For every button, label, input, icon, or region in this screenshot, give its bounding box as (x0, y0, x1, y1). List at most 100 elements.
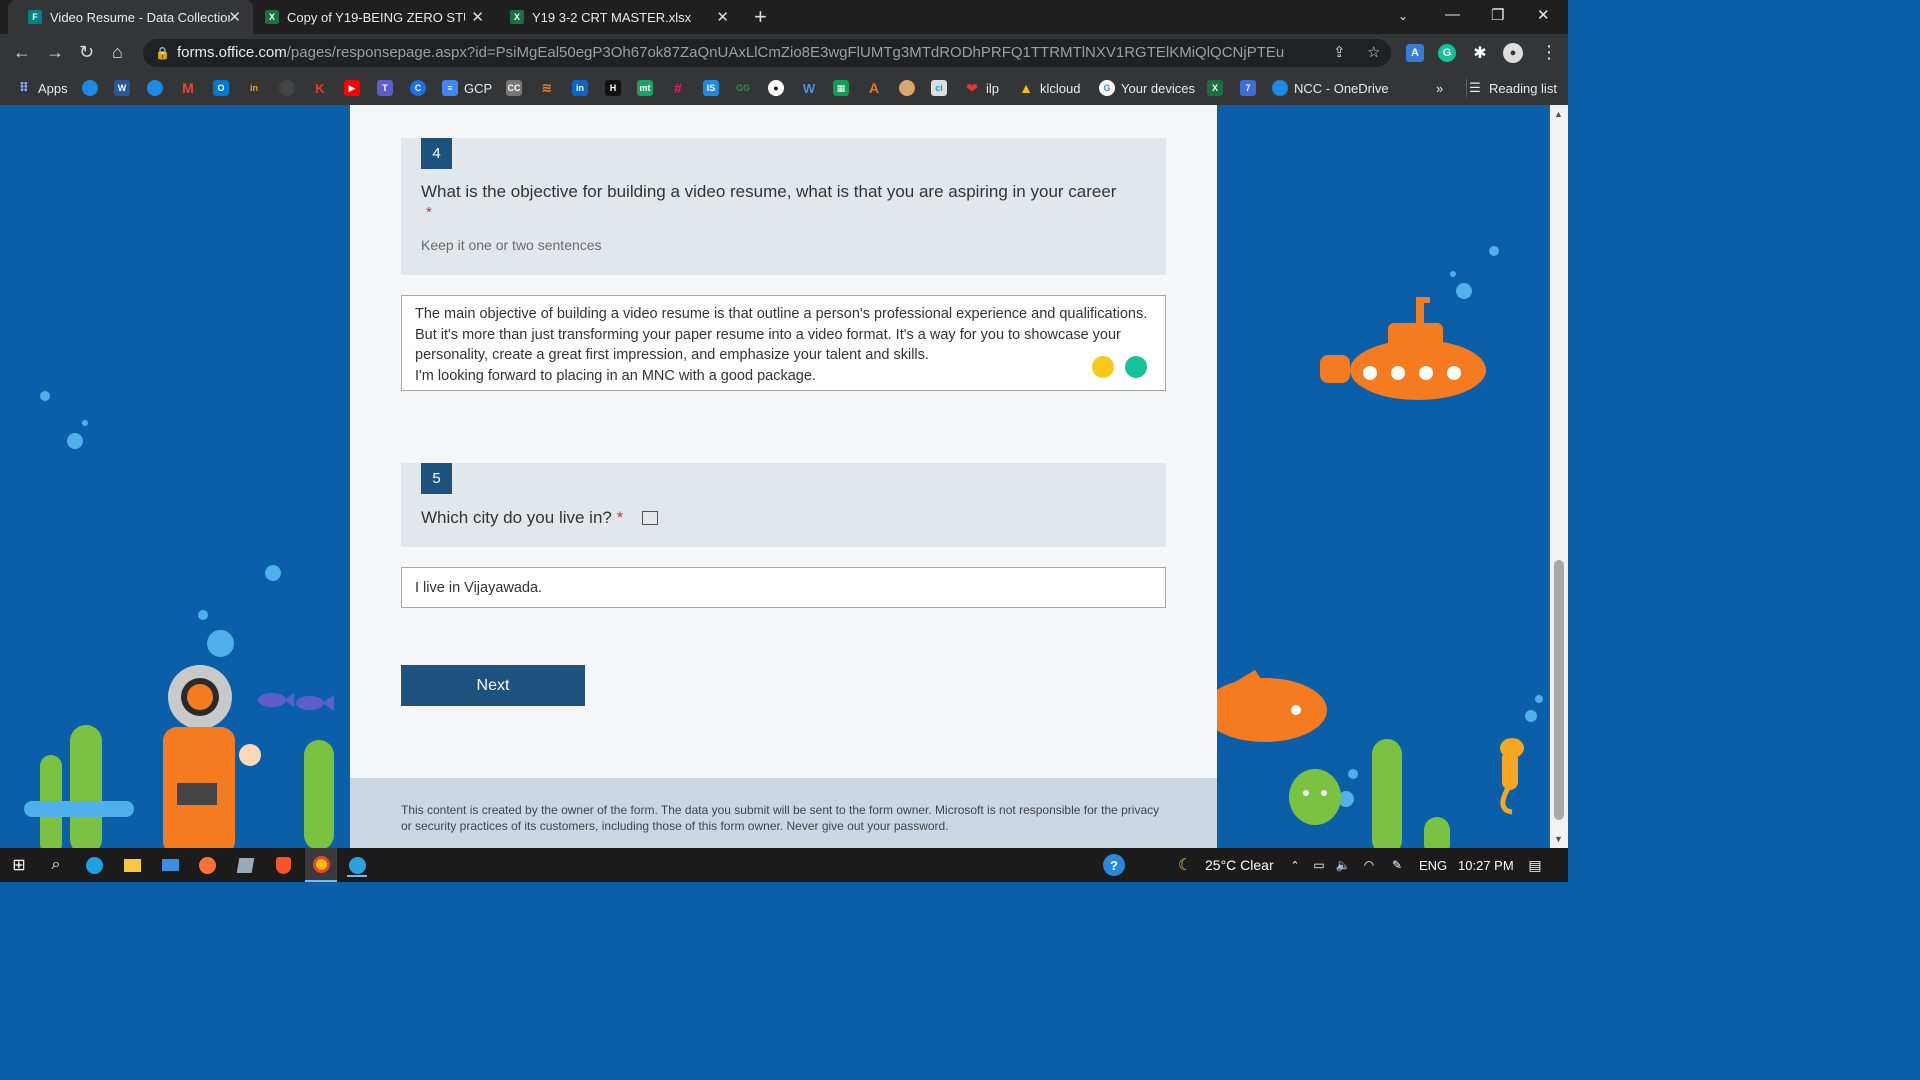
bookmark-sheets[interactable]: ▦ (833, 79, 849, 97)
weather-moon-icon[interactable]: ☾ (1176, 855, 1194, 875)
bookmark-github-dark[interactable] (279, 79, 295, 97)
edge-icon[interactable] (84, 855, 104, 875)
bookmark-outlook[interactable]: O (213, 79, 229, 97)
menu-kebab-icon[interactable]: ⋮ (1540, 42, 1558, 63)
google-icon: G (1099, 80, 1115, 96)
bookmark-7[interactable]: 7 (1240, 79, 1256, 97)
grammarly-extension-icon[interactable]: G (1438, 44, 1456, 62)
minimize-icon[interactable]: — (1445, 6, 1460, 23)
close-tab-icon[interactable]: ✕ (716, 8, 729, 26)
emoji-icon[interactable] (1092, 356, 1114, 378)
extensions-puzzle-icon[interactable]: ✱ (1471, 44, 1489, 62)
wifi-icon[interactable]: ◠ (1360, 855, 1378, 875)
close-tab-icon[interactable]: ✕ (471, 8, 484, 26)
bookmark-linkedin[interactable]: in (572, 79, 588, 97)
onedrive-icon (147, 80, 163, 96)
tab-search-icon[interactable]: ⌄ (1398, 9, 1408, 23)
scrollbar-thumb[interactable] (1554, 560, 1564, 820)
bookmark-apps[interactable]: ⠿ Apps (16, 79, 68, 97)
tab-copy-of-y19[interactable]: X Copy of Y19-BEING ZERO STUDE ✕ (253, 0, 496, 34)
volume-icon[interactable]: 🔈 (1334, 855, 1352, 875)
face-icon (899, 80, 915, 96)
bookmark-your-devices[interactable]: G Your devices (1099, 79, 1195, 97)
circle-icon (279, 80, 295, 96)
question-number-badge: 4 (421, 138, 452, 169)
bookmark-cc[interactable]: CC (506, 79, 522, 97)
bookmark-github[interactable]: ● (768, 79, 784, 97)
share-icon[interactable]: ⇪ (1333, 39, 1346, 67)
bookmark-cisco[interactable]: ci (931, 79, 947, 97)
bookmark-ncc-onedrive[interactable]: NCC - OneDrive (1272, 79, 1389, 97)
bookmark-klcloud[interactable]: ▲ klcloud (1018, 79, 1080, 97)
bookmark-in[interactable]: in (246, 79, 262, 97)
bookmark-is[interactable]: IS (703, 79, 719, 97)
lock-icon[interactable]: 🔒 (155, 39, 170, 67)
bookmark-onedrive[interactable] (82, 79, 98, 97)
answer-textarea-q4[interactable]: The main objective of building a video r… (401, 295, 1166, 391)
chevron-up-icon[interactable]: ⌃ (1288, 855, 1302, 875)
profile-avatar[interactable]: ● (1503, 43, 1523, 63)
back-icon[interactable]: ← (13, 42, 31, 63)
bookmark-excel[interactable]: X (1207, 79, 1223, 97)
bookmark-a[interactable]: A (866, 79, 882, 97)
bookmark-gfg[interactable]: GG (735, 79, 751, 97)
bookmark-k[interactable]: K (312, 79, 328, 97)
tab-title: Video Resume - Data Collection (50, 9, 230, 25)
bookmark-c[interactable]: C (410, 79, 426, 97)
page-scrollbar[interactable]: ▲ ▼ (1550, 105, 1568, 848)
bookmark-stack[interactable]: ≋ (539, 79, 555, 97)
grammarly-icon[interactable] (1125, 356, 1147, 378)
bookmark-w[interactable]: W (801, 79, 817, 97)
excel-icon: X (510, 10, 524, 24)
bookmark-star-icon[interactable]: ☆ (1367, 39, 1380, 67)
bookmark-youtube[interactable]: ▶ (344, 79, 360, 97)
bookmark-hackerrank[interactable]: H (605, 79, 621, 97)
battery-icon[interactable]: ▭ (1310, 855, 1328, 875)
notifications-icon[interactable]: ▤ (1526, 855, 1544, 875)
telegram-icon[interactable] (347, 855, 367, 877)
file-explorer-icon[interactable] (122, 855, 142, 875)
bookmark-word[interactable]: W (114, 79, 130, 97)
tab-y19-crt-master[interactable]: X Y19 3-2 CRT MASTER.xlsx ✕ (498, 0, 741, 34)
new-tab-icon[interactable]: + (754, 4, 767, 30)
pen-icon[interactable]: ✎ (1388, 855, 1406, 875)
bookmark-onedrive-2[interactable] (147, 79, 163, 97)
k-icon: K (315, 80, 325, 96)
bookmark-avatar[interactable] (899, 79, 915, 97)
search-icon[interactable]: ⌕ (46, 855, 66, 875)
help-icon[interactable]: ? (1102, 854, 1126, 876)
octopus-seaweed-illustration (1289, 739, 1450, 848)
question-title: What is the objective for building a vid… (421, 182, 1117, 201)
forward-icon[interactable]: → (46, 42, 64, 63)
translate-extension-icon[interactable]: A (1406, 44, 1424, 62)
firefox-icon[interactable] (197, 855, 217, 875)
bookmark-ilp[interactable]: ❤ ilp (964, 79, 999, 97)
home-icon[interactable]: ⌂ (112, 42, 123, 63)
address-bar[interactable]: 🔒 forms.office.com/pages/responsepage.as… (143, 39, 1391, 67)
reload-icon[interactable]: ↻ (79, 42, 94, 63)
weather-text[interactable]: 25°C Clear (1205, 855, 1274, 875)
restore-icon[interactable]: ❐ (1491, 6, 1504, 24)
close-tab-icon[interactable]: ✕ (228, 8, 241, 26)
windows-start-icon[interactable]: ⊞ (10, 855, 28, 875)
scroll-up-icon[interactable]: ▲ (1554, 109, 1563, 119)
bookmark-slack[interactable]: # (670, 79, 686, 97)
close-window-icon[interactable]: ✕ (1537, 6, 1550, 24)
brave-icon[interactable] (273, 855, 293, 875)
bookmark-mt[interactable]: mt (637, 79, 653, 97)
bookmark-gmail[interactable]: M (180, 79, 196, 97)
bookmarks-overflow[interactable]: » (1436, 79, 1443, 97)
language-indicator[interactable]: ENG (1419, 855, 1447, 875)
bookmark-gcp[interactable]: ≡ GCP (442, 79, 492, 97)
bookmark-teams[interactable]: T (377, 79, 393, 97)
tab-video-resume[interactable]: F Video Resume - Data Collection ✕ (8, 0, 253, 34)
scroll-down-icon[interactable]: ▼ (1554, 834, 1563, 844)
next-button[interactable]: Next (401, 665, 585, 706)
immersive-reader-icon[interactable] (641, 511, 658, 525)
answer-input-q5[interactable]: I live in Vijayawada. (401, 567, 1166, 608)
chrome-icon[interactable] (305, 848, 337, 882)
app-icon[interactable] (235, 855, 255, 875)
bookmark-reading-list[interactable]: ☰ Reading list (1466, 79, 1557, 97)
clock[interactable]: 10:27 PM (1458, 855, 1514, 875)
mail-icon[interactable] (160, 855, 180, 875)
